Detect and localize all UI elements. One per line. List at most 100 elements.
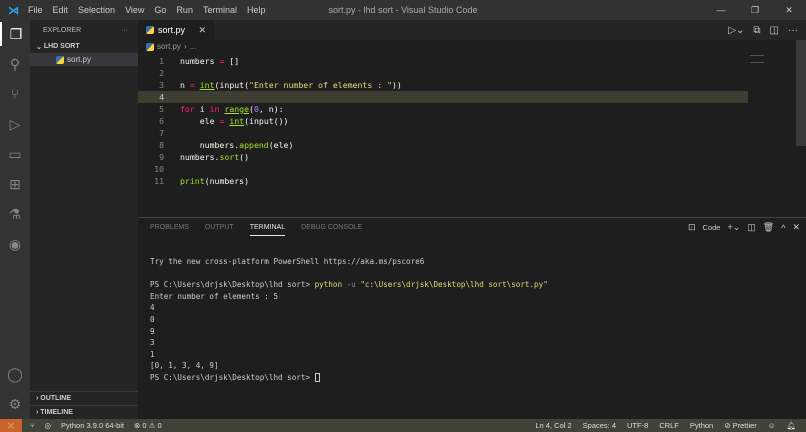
remote-indicator-icon[interactable]: ⤫	[0, 419, 22, 432]
code-line: 2	[138, 67, 748, 79]
more-actions-icon[interactable]: ···	[788, 25, 798, 36]
problems-indicator[interactable]: ⊗ 0 ⚠ 0	[134, 421, 162, 430]
status-bar: ⤫ ⑂ ◎ Python 3.9.0 64-bit ⊗ 0 ⚠ 0 Ln 4, …	[0, 419, 806, 432]
tab-terminal[interactable]: TERMINAL	[249, 224, 286, 236]
code-line: 7	[138, 127, 748, 139]
cursor-position[interactable]: Ln 4, Col 2	[535, 421, 571, 430]
python-file-icon	[146, 42, 154, 51]
code-line: 8 numbers.append(ele)	[138, 139, 748, 151]
close-tab-icon[interactable]: ✕	[198, 25, 206, 36]
feedback-icon[interactable]: ☺	[768, 421, 776, 430]
timeline-section[interactable]: › TIMELINE	[30, 405, 138, 418]
close-window-button[interactable]: ✕	[772, 0, 806, 20]
file-sort-py[interactable]: sort.py	[30, 53, 138, 66]
code-line: 6 ele = int(input())	[138, 115, 748, 127]
github-icon[interactable]: ◉	[0, 232, 30, 256]
encoding[interactable]: UTF-8	[627, 421, 648, 430]
bottom-panel: PROBLEMS OUTPUT TERMINAL DEBUG CONSOLE ⊡…	[138, 217, 806, 419]
folder-lhd-sort[interactable]: ⌄ LHD SORT	[30, 40, 138, 53]
warning-count: 0	[157, 421, 162, 430]
folder-label: LHD SORT	[43, 43, 80, 50]
tab-problems[interactable]: PROBLEMS	[150, 224, 189, 236]
tab-sort-py[interactable]: sort.py ✕	[138, 20, 214, 40]
terminal-command-line: PS C:\Users\drjsk\Desktop\lhd sort> pyth…	[150, 279, 548, 291]
tab-output[interactable]: OUTPUT	[205, 224, 234, 236]
explorer-icon[interactable]: ❐	[0, 22, 30, 46]
source-control-icon[interactable]: ⑂	[0, 82, 30, 106]
line-number: 5	[159, 104, 164, 114]
menu-selection[interactable]: Selection	[78, 5, 115, 15]
editor-scrollbar[interactable]	[796, 40, 806, 146]
account-icon[interactable]: ◯	[0, 362, 30, 386]
notifications-bell-icon[interactable]: 🔔︎	[786, 421, 796, 430]
command-flag: -u	[342, 280, 361, 290]
tab-debug-console[interactable]: DEBUG CONSOLE	[301, 224, 362, 236]
menu-help[interactable]: Help	[247, 5, 266, 15]
python-interpreter[interactable]: Python 3.9.0 64-bit	[61, 421, 124, 430]
prompt: PS C:\Users\drjsk\Desktop\lhd sort>	[150, 280, 315, 290]
python-file-icon	[146, 26, 154, 34]
prettier-label: Prettier	[732, 421, 757, 430]
testing-icon[interactable]: ⚗	[0, 202, 30, 226]
line-number: 2	[159, 68, 164, 78]
prettier-status[interactable]: ⊘ Prettier	[724, 421, 757, 430]
settings-gear-icon[interactable]: ⚙	[0, 392, 30, 416]
code-line: 5 for i in range(0, n):	[138, 103, 748, 115]
maximize-panel-icon[interactable]: ^	[781, 223, 785, 233]
minimap[interactable]	[750, 55, 764, 63]
menu-go[interactable]: Go	[154, 5, 166, 15]
code-editor[interactable]: 1 numbers = [] 2 3n = int(input("Enter nu…	[138, 55, 748, 187]
line-number: 8	[159, 140, 164, 150]
code-line-current: 4	[138, 91, 748, 103]
search-icon[interactable]: ⚲	[0, 52, 30, 76]
remote-explorer-icon[interactable]: ▭	[0, 142, 30, 166]
terminal-line: 4	[150, 303, 155, 313]
new-terminal-button[interactable]: +⌄	[727, 222, 740, 233]
run-debug-icon[interactable]: ▷	[0, 112, 30, 136]
live-share-icon[interactable]: ◎	[45, 421, 52, 430]
terminal-icon: ⊡	[687, 222, 696, 232]
close-panel-icon[interactable]: ✕	[792, 222, 800, 233]
outline-section[interactable]: › OUTLINE	[30, 391, 138, 404]
prettier-icon: ⊘	[724, 421, 731, 430]
line-number: 3	[159, 80, 164, 90]
outline-label: OUTLINE	[40, 394, 72, 402]
open-changes-icon[interactable]: ⧉	[753, 25, 760, 36]
breadcrumb-more[interactable]: ...	[190, 42, 197, 51]
terminal-line: Enter number of elements : 5	[150, 291, 279, 301]
menu-run[interactable]: Run	[176, 5, 193, 15]
title-bar: ⋊ File Edit Selection View Go Run Termin…	[0, 0, 806, 20]
restore-button[interactable]: ❐	[738, 0, 772, 20]
error-count: 0	[142, 421, 147, 430]
menu-file[interactable]: File	[28, 5, 43, 15]
end-of-line[interactable]: CRLF	[659, 421, 679, 430]
git-branch-icon[interactable]: ⑂	[30, 421, 35, 430]
indentation[interactable]: Spaces: 4	[583, 421, 616, 430]
command: python	[314, 280, 343, 290]
menu-terminal[interactable]: Terminal	[203, 5, 237, 15]
language-mode[interactable]: Python	[690, 421, 713, 430]
terminal-select[interactable]: Code	[703, 223, 721, 232]
split-editor-icon[interactable]: ◫	[770, 25, 779, 36]
run-file-icon[interactable]: ▷⌄	[728, 25, 744, 36]
python-file-icon	[56, 55, 64, 64]
terminal-line: 1	[150, 349, 155, 359]
minimize-button[interactable]: —	[704, 0, 738, 20]
chevron-down-icon: ⌄	[36, 43, 44, 51]
split-terminal-icon[interactable]: ◫	[747, 222, 756, 233]
explorer-sidebar: EXPLORER ··· ⌄ LHD SORT sort.py › OUTLINE…	[30, 20, 138, 419]
terminal-line: 9	[150, 326, 155, 336]
code-line: 10	[138, 163, 748, 175]
line-number: 1	[159, 56, 164, 66]
explorer-title: EXPLORER	[43, 26, 82, 34]
menu-view[interactable]: View	[125, 5, 144, 15]
extensions-icon[interactable]: ⊞	[0, 172, 30, 196]
kill-terminal-icon[interactable]: 🗑	[763, 222, 774, 233]
terminal-output[interactable]: Try the new cross-platform PowerShell ht…	[150, 256, 548, 384]
terminal-line: Try the new cross-platform PowerShell ht…	[150, 257, 425, 266]
command-arg: "c:\Users\drjsk\Desktop\lhd sort\sort.py…	[360, 280, 548, 290]
line-number: 7	[159, 128, 164, 138]
menu-edit[interactable]: Edit	[53, 5, 69, 15]
breadcrumb-file[interactable]: sort.py	[157, 42, 181, 51]
more-actions-button[interactable]: ···	[121, 27, 128, 34]
